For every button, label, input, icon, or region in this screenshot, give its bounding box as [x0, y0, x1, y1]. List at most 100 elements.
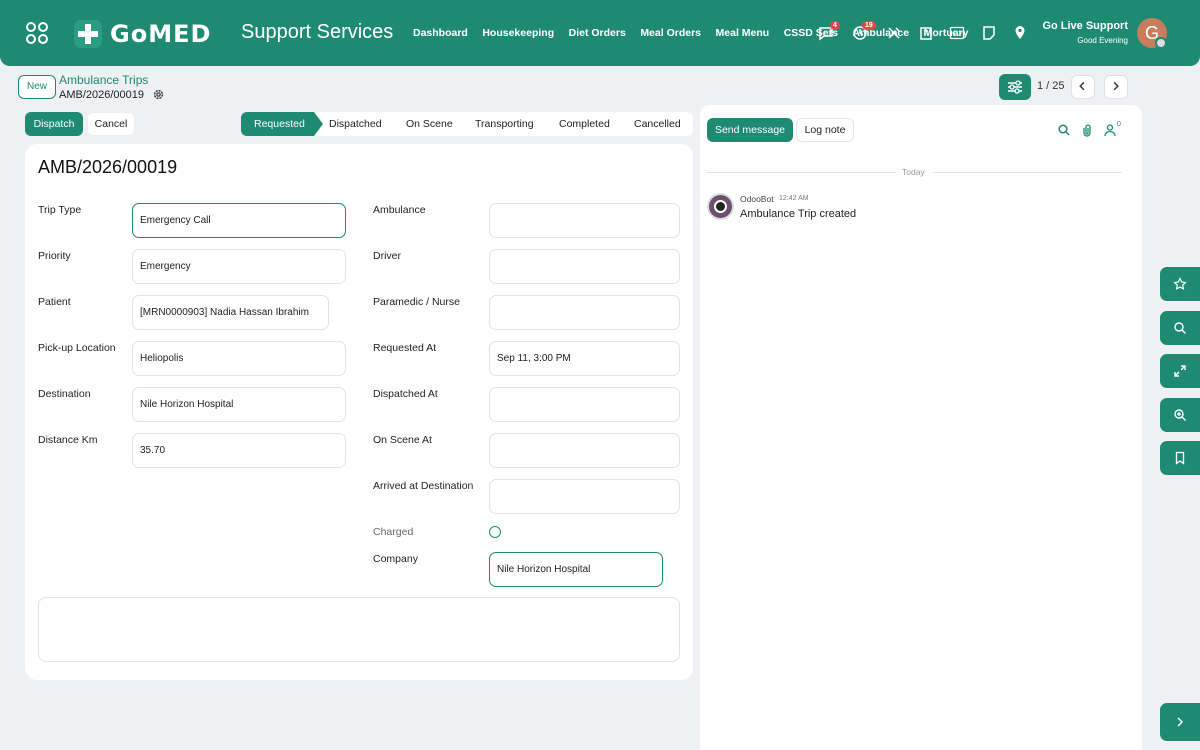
user-name: Go Live Support [1042, 20, 1128, 32]
cancel-button[interactable]: Cancel [87, 112, 135, 136]
company-label: Company [373, 553, 418, 565]
patient-field[interactable]: [MRN0000903] Nadia Hassan Ibrahim [132, 295, 329, 330]
pager-value[interactable]: 1 / 25 [1037, 80, 1065, 92]
zoom-tool-button[interactable] [1160, 398, 1200, 432]
systray: 4 19 [818, 21, 1028, 43]
charged-label: Charged [373, 526, 414, 538]
chevron-right-icon [1177, 717, 1184, 727]
message-author[interactable]: OdooBot [740, 194, 774, 204]
notes-field[interactable] [38, 597, 680, 662]
presence-indicator [1155, 37, 1167, 49]
chat-badge: 4 [830, 21, 840, 30]
search-icon[interactable] [1057, 123, 1071, 137]
chevron-left-icon [1079, 81, 1085, 91]
breadcrumb-current: AMB/2026/00019 [59, 89, 145, 101]
brand-logo[interactable]: GoMED [72, 16, 222, 52]
stage-transporting[interactable]: Transporting [475, 112, 534, 136]
trip-type-label: Trip Type [38, 204, 82, 216]
log-note-button[interactable]: Log note [796, 118, 854, 142]
dispatched-at-field[interactable] [489, 387, 680, 422]
search-icon [1174, 322, 1186, 334]
stage-on-scene[interactable]: On Scene [406, 112, 453, 136]
filter-settings-button[interactable] [999, 74, 1031, 100]
distance-km-label: Distance Km [38, 434, 98, 446]
record-title: AMB/2026/00019 [38, 157, 178, 177]
pager-next-button[interactable] [1104, 75, 1128, 99]
arrived-at-destination-label: Arrived at Destination [373, 480, 474, 492]
paperclip-icon[interactable] [1080, 123, 1094, 137]
charged-checkbox[interactable] [489, 526, 501, 538]
ambulance-field[interactable] [489, 203, 680, 238]
apps-menu-icon[interactable] [26, 22, 48, 44]
pager-previous-button[interactable] [1071, 75, 1095, 99]
odoobot-avatar [707, 193, 734, 220]
expand-icon [1174, 365, 1186, 377]
location-pin-icon[interactable] [1012, 25, 1028, 41]
brand-name: GoMED [110, 20, 212, 48]
code-icon[interactable] [949, 25, 965, 41]
on-scene-at-field[interactable] [489, 433, 680, 468]
menu-meal-menu[interactable]: Meal Menu [716, 27, 770, 39]
distance-km-field[interactable]: 35.70 [132, 433, 346, 468]
menu-dashboard[interactable]: Dashboard [413, 27, 468, 39]
bookmark-icon [1175, 451, 1185, 465]
dispatched-at-label: Dispatched At [373, 388, 438, 400]
building-icon[interactable] [918, 25, 934, 41]
message-body: Ambulance Trip created [740, 208, 857, 220]
expand-tool-button[interactable] [1160, 354, 1200, 388]
menu-diet-orders[interactable]: Diet Orders [569, 27, 626, 39]
star-icon [1173, 277, 1187, 291]
followers-icon[interactable] [1103, 123, 1117, 137]
chevron-right-icon [1113, 81, 1119, 91]
new-button[interactable]: New [18, 75, 56, 99]
send-message-button[interactable]: Send message [707, 118, 793, 142]
requested-at-field[interactable]: Sep 11, 3:00 PM [489, 341, 680, 376]
menu-housekeeping[interactable]: Housekeeping [482, 27, 554, 39]
stage-dispatched[interactable]: Dispatched [329, 112, 382, 136]
breadcrumb-parent[interactable]: Ambulance Trips [59, 73, 148, 87]
odoobot-face-icon [714, 200, 727, 213]
driver-label: Driver [373, 250, 401, 262]
arrived-at-destination-field[interactable] [489, 479, 680, 514]
zoom-in-icon [1174, 409, 1186, 421]
search-tool-button[interactable] [1160, 311, 1200, 345]
paramedic-field[interactable] [489, 295, 680, 330]
destination-field[interactable]: Nile Horizon Hospital [132, 387, 346, 422]
message-time: 12:42 AM [779, 195, 809, 202]
patient-label: Patient [38, 296, 71, 308]
priority-label: Priority [38, 250, 71, 262]
menu-meal-orders[interactable]: Meal Orders [640, 27, 701, 39]
form-sheet: AMB/2026/00019 Trip Type Emergency Call … [25, 144, 693, 680]
date-divider-left [706, 172, 896, 173]
date-divider-right [933, 172, 1122, 173]
date-separator: Today [902, 167, 925, 177]
medical-cross-icon [74, 20, 102, 48]
trip-type-field[interactable]: Emergency Call [132, 203, 346, 238]
sliders-icon [1008, 80, 1022, 94]
driver-field[interactable] [489, 249, 680, 284]
chatter-panel: Send message Log note 0 Today OdooBot 12… [700, 105, 1142, 750]
gear-icon[interactable] [152, 88, 165, 101]
company-field[interactable]: Nile Horizon Hospital [489, 552, 663, 587]
user-greeting: Good Evening [1077, 36, 1128, 45]
dispatch-button[interactable]: Dispatch [25, 112, 83, 136]
stage-requested[interactable]: Requested [241, 112, 314, 136]
pickup-location-field[interactable]: Heliopolis [132, 341, 346, 376]
app-title: Support Services [241, 21, 394, 43]
bookmark-tool-button[interactable] [1160, 441, 1200, 475]
pickup-location-label: Pick-up Location [38, 342, 116, 354]
priority-field[interactable]: Emergency [132, 249, 346, 284]
collapse-panel-button[interactable] [1160, 703, 1200, 741]
paramedic-label: Paramedic / Nurse [373, 296, 460, 308]
followers-count: 0 [1117, 121, 1121, 128]
user-menu[interactable]: Go Live Support Good Evening [1042, 20, 1128, 45]
status-bar: Requested Dispatched On Scene Transporti… [241, 112, 693, 136]
stage-active-arrow [314, 112, 323, 136]
note-icon[interactable] [981, 25, 997, 41]
favorite-tool-button[interactable] [1160, 267, 1200, 301]
tools-icon[interactable] [886, 25, 902, 41]
stage-cancelled[interactable]: Cancelled [634, 112, 681, 136]
requested-at-label: Requested At [373, 342, 437, 354]
top-navbar: GoMED Support Services Dashboard Houseke… [0, 0, 1200, 66]
stage-completed[interactable]: Completed [559, 112, 610, 136]
